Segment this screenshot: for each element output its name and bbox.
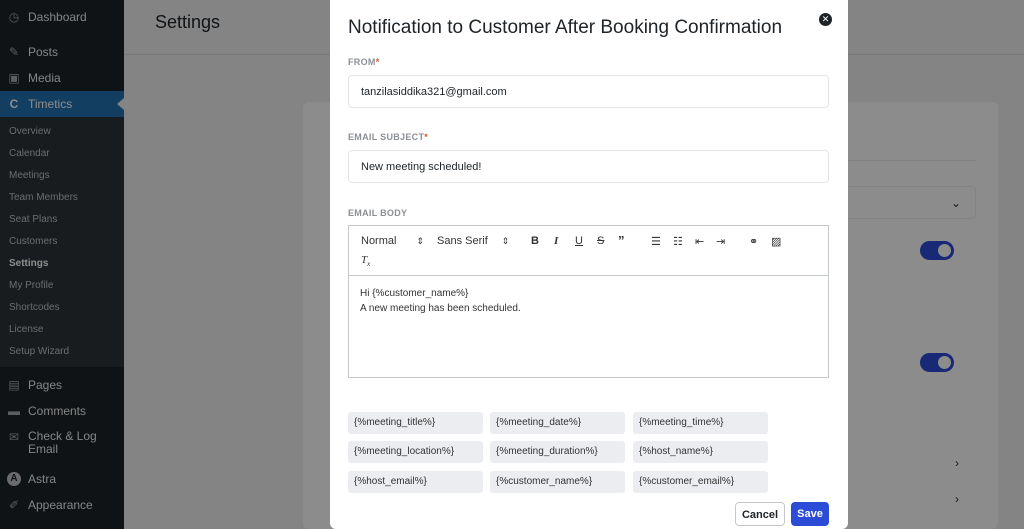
save-button[interactable]: Save [791,502,829,526]
image-icon[interactable]: ▨ [771,235,781,248]
format-select[interactable]: Normal ⇕ [361,235,424,247]
placeholder-tag[interactable]: {%host_email%} [348,471,483,493]
placeholder-tag[interactable]: {%meeting_date%} [490,412,625,434]
cancel-button[interactable]: Cancel [735,502,785,526]
modal-title: Notification to Customer After Booking C… [348,17,783,38]
placeholder-tag[interactable]: {%customer_name%} [490,471,625,493]
placeholder-tag[interactable]: {%meeting_title%} [348,412,483,434]
ordered-list-icon[interactable]: ☰ [651,235,661,248]
editor-toolbar: Normal ⇕ Sans Serif ⇕ B I U S ” ☰ ☷ ⇤ ⇥ ⚭ … [349,226,828,276]
underline-icon[interactable]: U [575,235,583,247]
email-body-label: EMAIL BODY [348,208,408,218]
indent-icon[interactable]: ⇥ [716,235,725,248]
email-subject-label: EMAIL SUBJECT* [348,132,429,142]
from-label: FROM* [348,57,380,67]
body-line: A new meeting has been scheduled. [360,303,521,314]
bold-icon[interactable]: B [531,235,539,247]
rich-text-editor: Normal ⇕ Sans Serif ⇕ B I U S ” ☰ ☷ ⇤ ⇥ ⚭ … [348,225,829,378]
clear-format-icon[interactable]: Tx [361,254,370,268]
quote-icon[interactable]: ” [618,233,625,248]
close-icon[interactable]: ✕ [819,13,832,26]
strike-icon[interactable]: S [597,235,604,247]
placeholder-tag[interactable]: {%meeting_duration%} [490,441,625,463]
placeholder-tag[interactable]: {%host_name%} [633,441,768,463]
link-icon[interactable]: ⚭ [749,235,758,248]
italic-icon[interactable]: I [554,235,558,247]
placeholder-tag[interactable]: {%meeting_location%} [348,441,483,463]
email-subject-input[interactable] [348,150,829,183]
font-select[interactable]: Sans Serif ⇕ [437,235,509,247]
from-input[interactable] [348,75,829,108]
placeholder-tag[interactable]: {%meeting_time%} [633,412,768,434]
email-notification-modal: Notification to Customer After Booking C… [330,0,848,529]
outdent-icon[interactable]: ⇤ [695,235,704,248]
body-line: Hi {%customer_name%} [360,288,469,299]
placeholder-tag[interactable]: {%customer_email%} [633,471,768,493]
editor-content[interactable]: Hi {%customer_name%} A new meeting has b… [349,276,828,326]
bullet-list-icon[interactable]: ☷ [673,235,683,248]
